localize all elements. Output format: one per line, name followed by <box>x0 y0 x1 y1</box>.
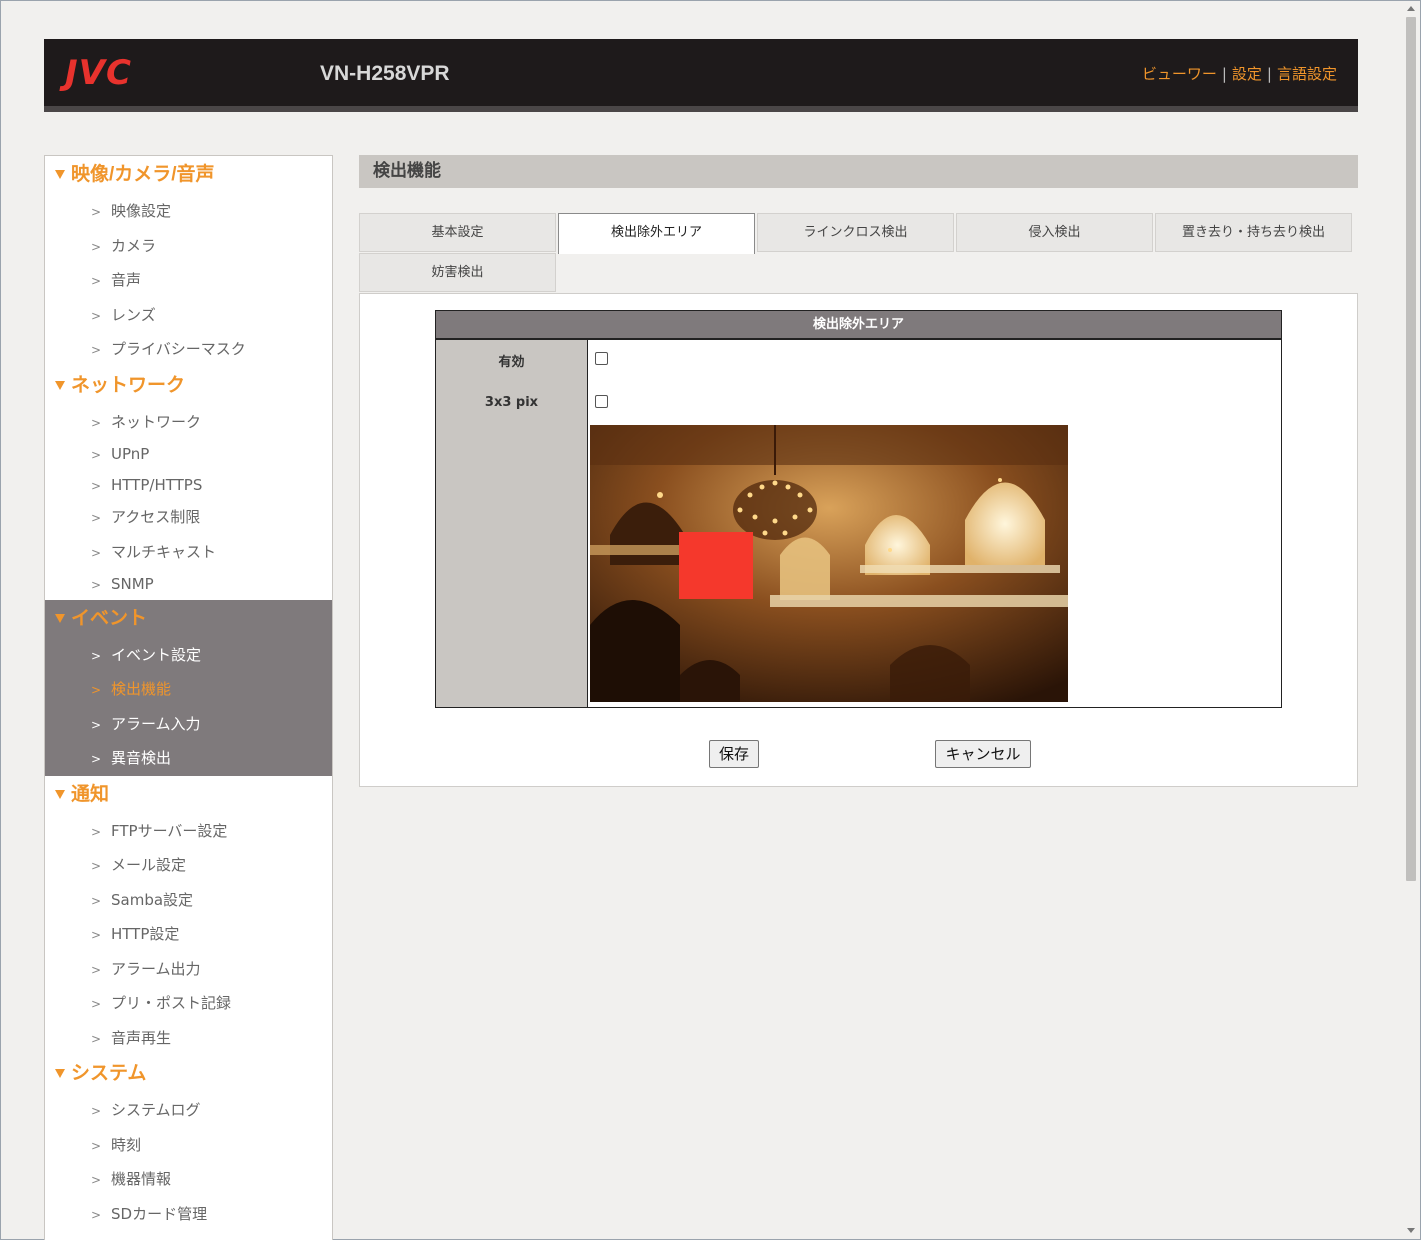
sidebar-item-snmp[interactable]: > SNMP <box>45 569 332 600</box>
sidebar-item-audio[interactable]: > 音声 <box>45 263 332 298</box>
exclusion-area-region[interactable] <box>679 532 753 599</box>
sidebar-item-detection[interactable]: > 検出機能 <box>45 672 332 707</box>
separator: | <box>1266 65 1272 83</box>
sidebar-item-event-settings[interactable]: > イベント設定 <box>45 638 332 673</box>
sidebar-item-time[interactable]: > 時刻 <box>45 1128 332 1163</box>
pix-label: 3x3 pix <box>484 395 539 410</box>
language-link[interactable]: 言語設定 <box>1277 65 1337 83</box>
sidebar-item-access-restriction[interactable]: > アクセス制限 <box>45 500 332 535</box>
scrollbar-thumb[interactable] <box>1406 17 1416 881</box>
tab-object-left-removed[interactable]: 置き去り・持ち去り検出 <box>1155 213 1352 252</box>
top-nav: ビューワー | 設定 | 言語設定 <box>1142 63 1337 84</box>
sidebar-item-http-settings[interactable]: > HTTP設定 <box>45 917 332 952</box>
sidebar-item-audio-playback[interactable]: > 音声再生 <box>45 1021 332 1056</box>
chevron-right-icon: > <box>91 308 102 323</box>
sidebar-item-alarm-input[interactable]: > アラーム入力 <box>45 707 332 742</box>
sidebar-item-multicast[interactable]: > マルチキャスト <box>45 535 332 570</box>
chevron-right-icon: > <box>91 205 102 219</box>
top-header: JVC VN-H258VPR ビューワー | 設定 | 言語設定 <box>44 39 1358 112</box>
chevron-right-icon: > <box>91 545 102 560</box>
sidebar-item-mail[interactable]: > メール設定 <box>45 848 332 883</box>
chevron-right-icon: > <box>91 648 102 663</box>
model-name: VN-H258VPR <box>320 62 450 85</box>
chevron-right-icon: > <box>91 1031 102 1046</box>
sidebar-section-event: イベント > イベント設定 > 検出機能 > アラーム入力 > 異音検出 <box>45 599 332 776</box>
sidebar-item-samba[interactable]: > Samba設定 <box>45 883 332 918</box>
chevron-right-icon: > <box>91 478 102 493</box>
pix-3x3-checkbox[interactable] <box>595 395 608 408</box>
jvc-logo[interactable]: JVC <box>65 53 132 93</box>
chevron-right-icon: > <box>91 415 102 430</box>
sidebar-item-alarm-output[interactable]: > アラーム出力 <box>45 952 332 987</box>
camera-image <box>590 425 1068 702</box>
chevron-right-icon: > <box>91 928 102 942</box>
enable-checkbox[interactable] <box>595 352 608 365</box>
scroll-down-icon[interactable] <box>1407 1228 1415 1233</box>
tab-tamper-detection[interactable]: 妨害検出 <box>359 253 556 292</box>
page-title: 検出機能 <box>359 155 1358 188</box>
sidebar-item-privacy-mask[interactable]: > プライバシーマスク <box>45 332 332 367</box>
viewer-link[interactable]: ビューワー <box>1142 65 1217 83</box>
chevron-right-icon: > <box>91 1104 102 1118</box>
sidebar-section-system: システム > システムログ > 時刻 > 機器情報 > SDカード管理 <box>45 1055 332 1231</box>
table-header: 検出除外エリア <box>436 311 1281 340</box>
chevron-right-icon: > <box>91 824 102 839</box>
chevron-right-icon: > <box>91 717 102 732</box>
section-header[interactable]: イベント <box>45 600 332 638</box>
section-header[interactable]: ネットワーク <box>45 367 332 405</box>
sidebar-item-ftp[interactable]: > FTPサーバー設定 <box>45 814 332 849</box>
section-header[interactable]: システム <box>45 1055 332 1093</box>
section-header[interactable]: 通知 <box>45 776 332 814</box>
sidebar: 映像/カメラ/音声 > 映像設定 > カメラ > 音声 > レンズ > プライバシーマスク… <box>44 155 333 1240</box>
chevron-right-icon: > <box>91 448 102 462</box>
sidebar-item-network[interactable]: > ネットワーク <box>45 405 332 440</box>
chevron-right-icon: > <box>91 859 102 873</box>
chevron-right-icon: > <box>91 511 102 525</box>
cancel-button[interactable]: キャンセル <box>935 740 1031 768</box>
chevron-right-icon: > <box>91 1173 102 1187</box>
chevron-right-icon: > <box>91 997 102 1011</box>
chevron-right-icon: > <box>91 683 102 697</box>
chevron-right-icon: > <box>91 1207 102 1222</box>
vertical-scrollbar[interactable] <box>1403 1 1420 1238</box>
sidebar-section-video: 映像/カメラ/音声 > 映像設定 > カメラ > 音声 > レンズ > プライバシーマスク <box>45 156 332 367</box>
scroll-up-icon[interactable] <box>1407 6 1415 11</box>
chevron-right-icon: > <box>91 893 102 908</box>
sidebar-item-camera[interactable]: > カメラ <box>45 229 332 264</box>
tab-intrusion[interactable]: 侵入検出 <box>956 213 1153 252</box>
chevron-right-icon: > <box>91 962 102 977</box>
tab-line-cross[interactable]: ラインクロス検出 <box>757 213 954 252</box>
triangle-down-icon <box>55 170 65 180</box>
header-underline <box>44 106 1358 112</box>
separator: | <box>1221 65 1227 83</box>
tab-basic-settings[interactable]: 基本設定 <box>359 213 556 252</box>
triangle-down-icon <box>55 380 65 390</box>
chevron-right-icon: > <box>91 239 102 254</box>
triangle-down-icon <box>55 789 65 799</box>
enable-label: 有効 <box>498 355 525 370</box>
section-header[interactable]: 映像/カメラ/音声 <box>45 156 332 194</box>
chevron-right-icon: > <box>91 752 102 766</box>
sidebar-item-audio-detection[interactable]: > 異音検出 <box>45 741 332 776</box>
chevron-right-icon: > <box>91 343 102 357</box>
chevron-right-icon: > <box>91 1138 102 1153</box>
sidebar-item-system-log[interactable]: > システムログ <box>45 1093 332 1128</box>
sidebar-section-network: ネットワーク > ネットワーク > UPnP > HTTP/HTTPS > アクセス制限… <box>45 367 332 600</box>
sidebar-item-video-settings[interactable]: > 映像設定 <box>45 194 332 229</box>
sidebar-item-device-info[interactable]: > 機器情報 <box>45 1162 332 1197</box>
save-button[interactable]: 保存 <box>709 740 759 768</box>
sidebar-item-pre-post-record[interactable]: > プリ・ポスト記録 <box>45 986 332 1021</box>
camera-preview[interactable] <box>590 425 1068 702</box>
sidebar-section-notify: 通知 > FTPサーバー設定 > メール設定 > Samba設定 > HTTP設定 > ア… <box>45 776 332 1056</box>
sidebar-item-upnp[interactable]: > UPnP <box>45 439 332 470</box>
triangle-down-icon <box>55 1069 65 1079</box>
sidebar-item-sd-card[interactable]: > SDカード管理 <box>45 1197 332 1232</box>
triangle-down-icon <box>55 613 65 623</box>
tab-exclusion-area[interactable]: 検出除外エリア <box>558 213 755 254</box>
sidebar-item-lens[interactable]: > レンズ <box>45 298 332 333</box>
settings-link[interactable]: 設定 <box>1232 65 1262 83</box>
chevron-right-icon: > <box>91 274 102 288</box>
sidebar-item-http-https[interactable]: > HTTP/HTTPS <box>45 470 332 501</box>
chevron-right-icon: > <box>91 578 102 592</box>
